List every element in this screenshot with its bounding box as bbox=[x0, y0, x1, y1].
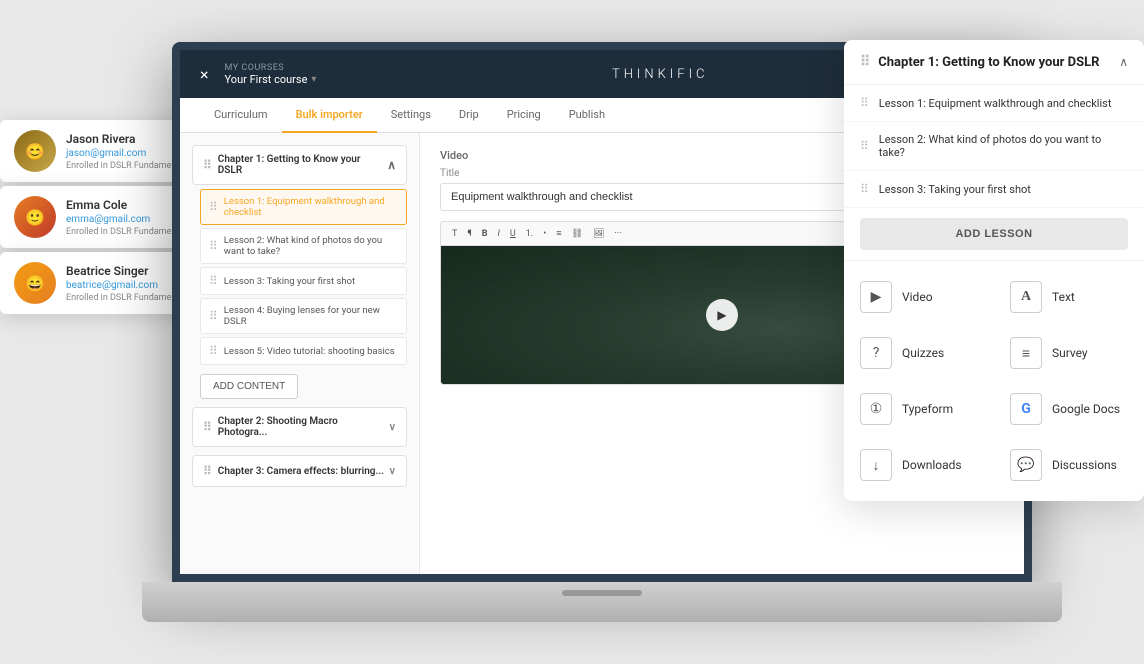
lesson-type-downloads[interactable]: ↓ Downloads bbox=[844, 437, 994, 493]
lesson-type-text[interactable]: A Text bbox=[994, 269, 1144, 325]
collapse-chapter-1-icon[interactable]: ∧ bbox=[387, 158, 396, 172]
lesson-type-typeform[interactable]: ① Typeform bbox=[844, 381, 994, 437]
toolbar-align[interactable]: ≡ bbox=[553, 226, 564, 241]
tab-pricing[interactable]: Pricing bbox=[493, 98, 555, 133]
drag-panel-lesson-3[interactable]: ⠿ bbox=[860, 182, 869, 196]
chapter-2-header[interactable]: ⠿ Chapter 2: Shooting Macro Photogra... … bbox=[192, 407, 407, 447]
panel-lesson-2[interactable]: ⠿ Lesson 2: What kind of photos do you w… bbox=[844, 122, 1144, 171]
panel-lesson-3[interactable]: ⠿ Lesson 3: Taking your first shot bbox=[844, 171, 1144, 208]
avatar-emma: 🙂 bbox=[14, 196, 56, 238]
lesson-type-quizzes[interactable]: ? Quizzes bbox=[844, 325, 994, 381]
lesson-1-3[interactable]: ⠿ Lesson 3: Taking your first shot bbox=[200, 267, 407, 295]
lesson-1-1[interactable]: ⠿ Lesson 1: Equipment walkthrough and ch… bbox=[200, 189, 407, 225]
drag-lesson-1-3[interactable]: ⠿ bbox=[209, 274, 218, 288]
collapse-panel-icon[interactable]: ∧ bbox=[1119, 55, 1128, 69]
drag-panel-lesson-1[interactable]: ⠿ bbox=[860, 96, 869, 110]
tab-settings[interactable]: Settings bbox=[377, 98, 445, 133]
discussions-type-icon: 💬 bbox=[1010, 449, 1042, 481]
course-dropdown-icon[interactable]: ▾ bbox=[311, 74, 316, 85]
chapter-3-header[interactable]: ⠿ Chapter 3: Camera effects: blurring...… bbox=[192, 455, 407, 487]
tab-curriculum[interactable]: Curriculum bbox=[200, 98, 282, 133]
drag-handle-chapter-1[interactable]: ⠿ bbox=[203, 158, 212, 172]
toolbar-link[interactable]: ⛓ bbox=[569, 227, 586, 241]
quizzes-type-icon: ? bbox=[860, 337, 892, 369]
chapter-3: ⠿ Chapter 3: Camera effects: blurring...… bbox=[192, 455, 407, 487]
tab-drip[interactable]: Drip bbox=[445, 98, 493, 133]
toolbar-style[interactable]: T bbox=[449, 227, 460, 241]
drag-lesson-1-2[interactable]: ⠿ bbox=[209, 239, 218, 253]
play-button[interactable]: ▶ bbox=[706, 299, 738, 331]
avatar-beatrice: 😄 bbox=[14, 262, 56, 304]
lesson-type-discussions[interactable]: 💬 Discussions bbox=[994, 437, 1144, 493]
course-name: Your First course ▾ bbox=[225, 73, 317, 86]
chapter-1-title: Chapter 1: Getting to Know your DSLR bbox=[218, 154, 387, 176]
app-logo: THINKIFIC bbox=[612, 67, 709, 82]
lesson-type-video[interactable]: ▶ Video bbox=[844, 269, 994, 325]
text-type-icon: A bbox=[1010, 281, 1042, 313]
toolbar-bold[interactable]: B bbox=[479, 227, 491, 241]
chapter-panel-title-text: Chapter 1: Getting to Know your DSLR bbox=[878, 55, 1099, 70]
add-content-button[interactable]: ADD CONTENT bbox=[200, 374, 298, 399]
expand-chapter-2-icon[interactable]: ∨ bbox=[389, 422, 396, 433]
tab-bulk-importer[interactable]: Bulk importer bbox=[282, 98, 377, 133]
add-lesson-button[interactable]: ADD LESSON bbox=[860, 218, 1128, 250]
laptop-base bbox=[142, 582, 1062, 622]
course-info: MY COURSES Your First course ▾ bbox=[225, 63, 317, 86]
lesson-1-5[interactable]: ⠿ Lesson 5: Video tutorial: shooting bas… bbox=[200, 337, 407, 365]
lesson-type-google-docs[interactable]: G Google Docs bbox=[994, 381, 1144, 437]
google-docs-type-icon: G bbox=[1010, 393, 1042, 425]
chapter-2-title: Chapter 2: Shooting Macro Photogra... bbox=[218, 416, 389, 438]
chapter-panel: ⠿ Chapter 1: Getting to Know your DSLR ∧… bbox=[844, 40, 1144, 501]
close-button[interactable]: × bbox=[200, 65, 209, 84]
lesson-1-2[interactable]: ⠿ Lesson 2: What kind of photos do you w… bbox=[200, 228, 407, 264]
drag-panel-lesson-2[interactable]: ⠿ bbox=[860, 139, 869, 153]
chapter-2: ⠿ Chapter 2: Shooting Macro Photogra... … bbox=[192, 407, 407, 447]
survey-type-icon: ≡ bbox=[1010, 337, 1042, 369]
drag-lesson-1-1[interactable]: ⠿ bbox=[209, 200, 218, 214]
chapter-panel-lessons: ⠿ Lesson 1: Equipment walkthrough and ch… bbox=[844, 85, 1144, 208]
chapter-3-title: Chapter 3: Camera effects: blurring... bbox=[218, 466, 384, 477]
drag-handle-chapter-2[interactable]: ⠿ bbox=[203, 420, 212, 434]
chapter-1: ⠿ Chapter 1: Getting to Know your DSLR ∧… bbox=[192, 145, 407, 399]
toolbar-list-ul[interactable]: • bbox=[540, 227, 549, 241]
drag-lesson-1-5[interactable]: ⠿ bbox=[209, 344, 218, 358]
expand-chapter-3-icon[interactable]: ∨ bbox=[389, 466, 396, 477]
drag-lesson-1-4[interactable]: ⠿ bbox=[209, 309, 218, 323]
downloads-type-icon: ↓ bbox=[860, 449, 892, 481]
chapter-panel-header: ⠿ Chapter 1: Getting to Know your DSLR ∧ bbox=[844, 40, 1144, 85]
toolbar-list-ol[interactable]: 1. bbox=[523, 227, 536, 241]
toolbar-more[interactable]: ··· bbox=[611, 227, 624, 241]
drag-handle-chapter-3[interactable]: ⠿ bbox=[203, 464, 212, 478]
toolbar-underline[interactable]: U bbox=[507, 227, 519, 241]
tab-publish[interactable]: Publish bbox=[555, 98, 619, 133]
video-type-icon: ▶ bbox=[860, 281, 892, 313]
my-courses-label: MY COURSES bbox=[225, 63, 317, 73]
panel-lesson-1[interactable]: ⠿ Lesson 1: Equipment walkthrough and ch… bbox=[844, 85, 1144, 122]
chapter-1-lessons: ⠿ Lesson 1: Equipment walkthrough and ch… bbox=[192, 189, 407, 399]
chapter-1-header[interactable]: ⠿ Chapter 1: Getting to Know your DSLR ∧ bbox=[192, 145, 407, 185]
toolbar-para[interactable]: ¶ bbox=[464, 227, 474, 241]
lesson-types-grid: ▶ Video A Text ? Quizzes ≡ Survey ① Type… bbox=[844, 260, 1144, 501]
toolbar-italic[interactable]: I bbox=[495, 227, 503, 241]
toolbar-image[interactable]: 🖼 bbox=[590, 227, 607, 241]
avatar-jason: 😊 bbox=[14, 130, 56, 172]
drag-handle-panel[interactable]: ⠿ bbox=[860, 54, 870, 70]
typeform-type-icon: ① bbox=[860, 393, 892, 425]
lesson-type-survey[interactable]: ≡ Survey bbox=[994, 325, 1144, 381]
lesson-1-4[interactable]: ⠿ Lesson 4: Buying lenses for your new D… bbox=[200, 298, 407, 334]
curriculum-panel: ⠿ Chapter 1: Getting to Know your DSLR ∧… bbox=[180, 133, 420, 574]
